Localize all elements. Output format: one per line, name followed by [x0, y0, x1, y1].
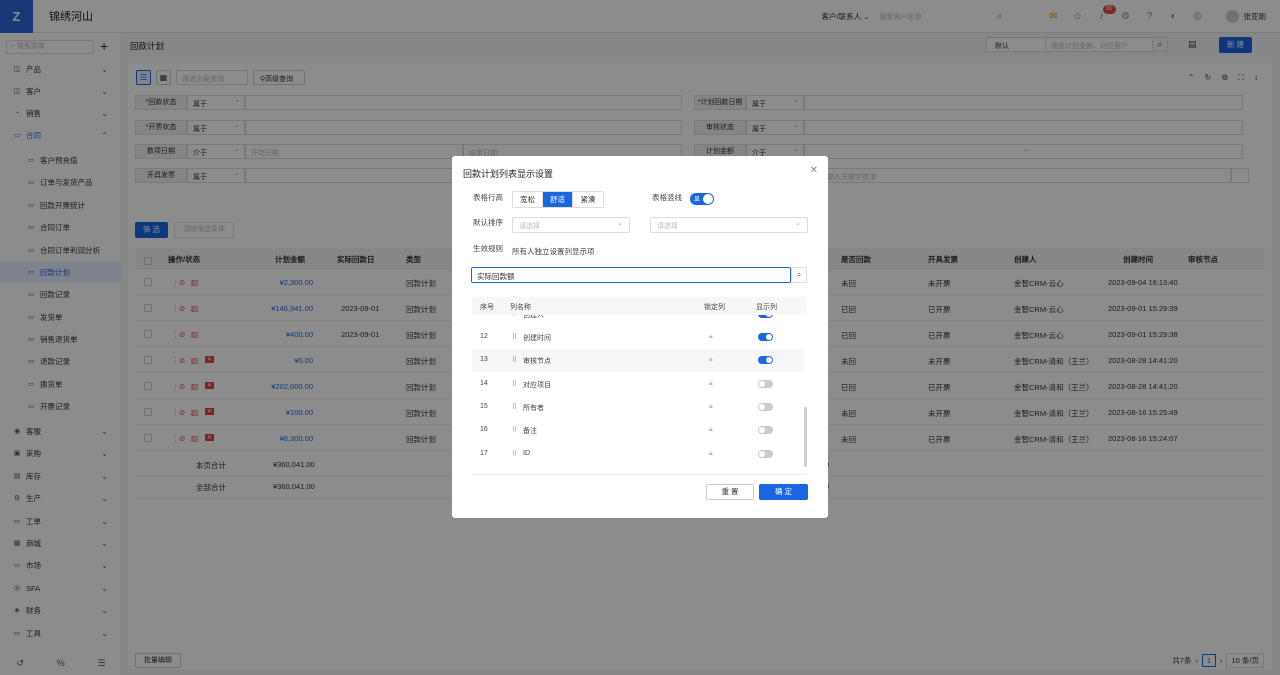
column-name: 创建人 — [523, 315, 544, 319]
show-column-toggle[interactable] — [758, 426, 773, 434]
show-column-toggle[interactable] — [758, 356, 773, 364]
drag-handle-icon[interactable]: ⠿ — [512, 356, 517, 364]
column-name: 审核节点 — [523, 358, 551, 365]
toggle-knob — [703, 194, 713, 204]
show-column-toggle[interactable] — [758, 450, 773, 458]
row-no: 17 — [480, 450, 488, 457]
th-no: 序号 — [480, 304, 494, 311]
show-column-toggle[interactable] — [758, 380, 773, 388]
column-setting-row[interactable]: 17 ⠿ ID 🔒︎ — [472, 443, 804, 466]
row-no: 14 — [480, 380, 488, 387]
column-setting-row[interactable]: 13 ⠿ 审核节点 🔒︎ — [472, 349, 804, 372]
sort-field-select[interactable]: 请选择 — [512, 217, 630, 233]
column-name: 备注 — [523, 428, 537, 435]
row-no: 15 — [480, 403, 488, 410]
column-list: 11 ⠿ 创建人 🔒︎ 12 ⠿ 创建时间 🔒︎ 13 ⠿ 审核节点 🔒︎ 14 ⠿ 对应项目 🔒︎ 15 ⠿ 所有… — [472, 315, 806, 472]
scrollbar[interactable] — [804, 407, 807, 467]
row-height-segment: 宽松 舒适 紧凑 — [512, 191, 604, 208]
lock-icon[interactable]: 🔒︎ — [709, 333, 713, 341]
column-name: 对应项目 — [523, 382, 551, 389]
lock-icon[interactable]: 🔒︎ — [709, 450, 713, 458]
row-height-compact[interactable]: 紧凑 — [573, 192, 603, 207]
drag-handle-icon[interactable]: ⠿ — [512, 403, 517, 411]
column-name: 所有者 — [523, 405, 544, 412]
column-setting-row[interactable]: 15 ⠿ 所有者 🔒︎ — [472, 396, 804, 419]
close-icon[interactable]: ✕ — [810, 165, 818, 176]
border-label: 表格竖线 — [652, 193, 682, 202]
lock-icon[interactable]: 🔒︎ — [709, 426, 713, 434]
divider — [472, 474, 806, 475]
row-no: 13 — [480, 356, 488, 363]
th-name: 列名称 — [510, 304, 531, 311]
drag-handle-icon[interactable]: ⠿ — [512, 333, 517, 341]
column-setting-row[interactable]: 16 ⠿ 备注 🔒︎ — [472, 419, 804, 442]
rule-label: 生效规则 — [473, 244, 503, 253]
column-table-header: 序号 列名称 锁定列 显示列 — [472, 297, 806, 315]
column-setting-row[interactable]: 14 ⠿ 对应项目 🔒︎ — [472, 373, 804, 396]
lock-icon[interactable]: 🔒︎ — [709, 403, 713, 411]
column-setting-row[interactable]: 12 ⠿ 创建时间 🔒︎ — [472, 326, 804, 349]
column-search-input[interactable]: 实际回款额 — [471, 267, 791, 283]
th-lock: 锁定列 — [704, 304, 725, 311]
lock-icon[interactable]: 🔒︎ — [709, 356, 713, 364]
dialog-title: 回款计划列表显示设置 — [463, 169, 554, 179]
lock-icon[interactable]: 🔒︎ — [709, 315, 713, 318]
column-name: 创建时间 — [523, 335, 551, 342]
border-toggle[interactable]: 显 — [690, 193, 714, 205]
search-icon[interactable]: ⌕ — [791, 267, 807, 283]
column-settings-dialog: 回款计划列表显示设置 ✕ 表格行高 宽松 舒适 紧凑 表格竖线 显 默认排序 请… — [452, 156, 828, 518]
row-no: 16 — [480, 426, 488, 433]
reset-button[interactable]: 重 置 — [706, 484, 754, 500]
drag-handle-icon[interactable]: ⠿ — [512, 450, 517, 458]
column-name: ID — [523, 450, 530, 457]
row-no: 11 — [480, 315, 487, 317]
show-column-toggle[interactable] — [758, 403, 773, 411]
show-column-toggle[interactable] — [758, 333, 773, 341]
drag-handle-icon[interactable]: ⠿ — [512, 426, 517, 434]
th-show: 显示列 — [756, 304, 777, 311]
row-height-label: 表格行高 — [473, 193, 503, 202]
column-setting-row[interactable]: 11 ⠿ 创建人 🔒︎ — [472, 315, 804, 326]
rule-value: 所有人独立设置列显示项 — [512, 247, 595, 256]
sort-label: 默认排序 — [473, 218, 503, 227]
drag-handle-icon[interactable]: ⠿ — [512, 315, 517, 318]
drag-handle-icon[interactable]: ⠿ — [512, 380, 517, 388]
row-height-loose[interactable]: 宽松 — [513, 192, 543, 207]
row-no: 12 — [480, 333, 488, 340]
row-height-comfortable[interactable]: 舒适 — [543, 192, 573, 207]
confirm-button[interactable]: 确 定 — [759, 484, 808, 500]
toggle-text: 显 — [694, 197, 701, 203]
show-column-toggle[interactable] — [758, 315, 773, 318]
sort-order-select[interactable]: 请选择 — [650, 217, 808, 233]
lock-icon[interactable]: 🔒︎ — [709, 380, 713, 388]
